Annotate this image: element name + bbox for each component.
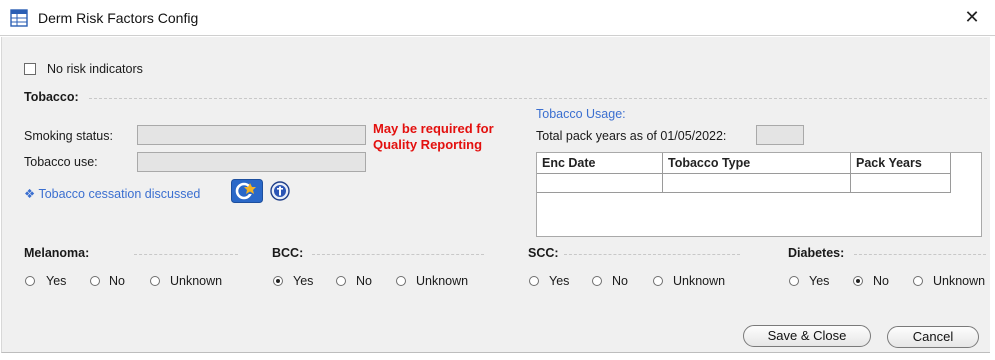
diabetes-no-label[interactable]: No — [873, 274, 889, 288]
window-title: Derm Risk Factors Config — [38, 10, 199, 26]
melanoma-no-radio[interactable] — [90, 276, 100, 286]
diabetes-no-radio[interactable] — [853, 276, 863, 286]
dialog-body: No risk indicators Tobacco: Smoking stat… — [1, 37, 990, 353]
scc-label: SCC: — [528, 246, 559, 260]
pack-years-label: Total pack years as of 01/05/2022: — [536, 129, 727, 143]
quality-warning-line1: May be required for — [373, 121, 494, 136]
scc-yes-radio[interactable] — [529, 276, 539, 286]
quality-warning-line2: Quality Reporting — [373, 137, 483, 152]
melanoma-unknown-radio[interactable] — [150, 276, 160, 286]
tobacco-divider — [89, 98, 987, 99]
scc-yes-label[interactable]: Yes — [549, 274, 569, 288]
tobacco-section-label: Tobacco: — [24, 90, 79, 104]
cancel-button[interactable]: Cancel — [887, 326, 979, 348]
grid-cell[interactable] — [537, 174, 663, 193]
diabetes-yes-label[interactable]: Yes — [809, 274, 829, 288]
melanoma-yes-radio[interactable] — [25, 276, 35, 286]
tobacco-use-label: Tobacco use: — [24, 155, 98, 169]
tobacco-cessation-link[interactable]: ❖ Tobacco cessation discussed — [24, 186, 200, 201]
info-globe-icon[interactable] — [270, 181, 290, 201]
diabetes-yes-radio[interactable] — [789, 276, 799, 286]
tobacco-use-field[interactable] — [137, 152, 366, 172]
smoking-status-field[interactable] — [137, 125, 366, 145]
diabetes-label: Diabetes: — [788, 246, 845, 260]
melanoma-label: Melanoma: — [24, 246, 90, 260]
diabetes-divider — [854, 254, 986, 255]
grid-cell[interactable] — [851, 174, 951, 193]
close-icon[interactable]: ✕ — [959, 5, 985, 29]
bcc-no-radio[interactable] — [336, 276, 346, 286]
melanoma-yes-label[interactable]: Yes — [46, 274, 66, 288]
scc-unknown-label[interactable]: Unknown — [673, 274, 725, 288]
diabetes-unknown-label[interactable]: Unknown — [933, 274, 989, 288]
no-risk-label: No risk indicators — [47, 62, 143, 76]
bcc-yes-label[interactable]: Yes — [293, 274, 313, 288]
table-window-icon — [10, 9, 28, 27]
bcc-unknown-label[interactable]: Unknown — [416, 274, 468, 288]
scc-divider — [564, 254, 740, 255]
melanoma-divider — [134, 254, 238, 255]
column-header-enc-date[interactable]: Enc Date — [537, 153, 663, 174]
bcc-no-label[interactable]: No — [356, 274, 372, 288]
diabetes-unknown-radio[interactable] — [913, 276, 923, 286]
melanoma-unknown-label[interactable]: Unknown — [170, 274, 222, 288]
scc-no-radio[interactable] — [592, 276, 602, 286]
pack-years-field[interactable] — [756, 125, 804, 145]
column-header-pack-years[interactable]: Pack Years — [851, 153, 951, 174]
save-close-button[interactable]: Save & Close — [743, 325, 871, 347]
cessation-action-icon[interactable] — [231, 179, 263, 203]
scc-no-label[interactable]: No — [612, 274, 628, 288]
bcc-divider — [312, 254, 484, 255]
grid-cell[interactable] — [663, 174, 851, 193]
column-header-tobacco-type[interactable]: Tobacco Type — [663, 153, 851, 174]
bcc-unknown-radio[interactable] — [396, 276, 406, 286]
no-risk-checkbox[interactable] — [24, 63, 36, 75]
tobacco-usage-grid[interactable]: Enc Date Tobacco Type Pack Years — [536, 152, 982, 237]
bcc-yes-radio[interactable] — [273, 276, 283, 286]
tobacco-usage-title: Tobacco Usage: — [536, 107, 626, 121]
title-bar: Derm Risk Factors Config ✕ — [0, 0, 995, 36]
scc-unknown-radio[interactable] — [653, 276, 663, 286]
bcc-label: BCC: — [272, 246, 304, 260]
smoking-status-label: Smoking status: — [24, 129, 113, 143]
melanoma-no-label[interactable]: No — [109, 274, 125, 288]
